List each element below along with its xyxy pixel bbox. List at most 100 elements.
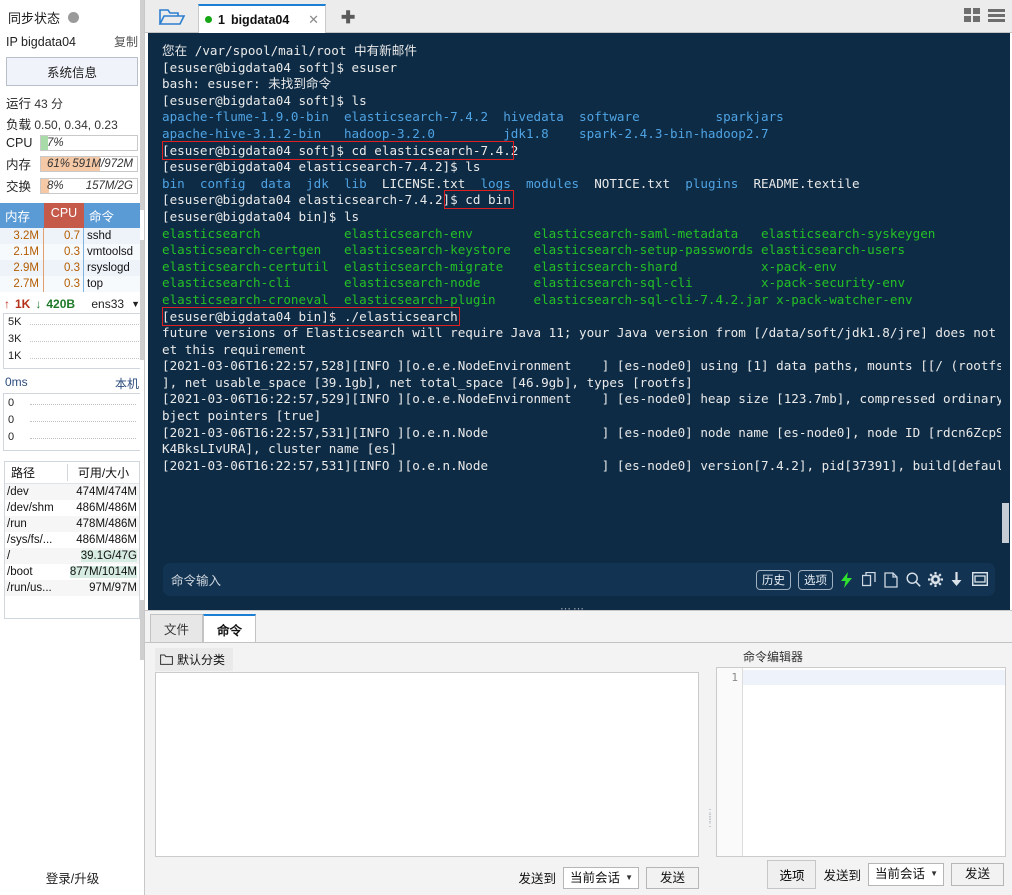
send-button[interactable]: 发送 bbox=[950, 863, 1004, 886]
table-row[interactable]: /run/us... 97M/97M bbox=[5, 580, 139, 596]
upload-arrow-icon: ↑ bbox=[4, 297, 10, 311]
process-memory: 2.9M bbox=[0, 260, 44, 276]
sidebar-scrollbar[interactable] bbox=[140, 0, 144, 895]
terminal-line: et this requirement bbox=[162, 341, 307, 357]
command-bar-actions: 历史 选项 bbox=[756, 569, 989, 590]
grid-layout-icon[interactable] bbox=[964, 8, 980, 23]
process-header-command[interactable]: 命令 bbox=[84, 203, 144, 228]
window-icon[interactable] bbox=[971, 571, 989, 587]
new-tab-button[interactable]: ✚ bbox=[341, 9, 355, 26]
menu-icon[interactable] bbox=[988, 8, 1005, 23]
table-row[interactable]: 3.2M 0.7 sshd bbox=[0, 228, 144, 244]
load-row: 负载 0.50, 0.34, 0.23 bbox=[0, 113, 144, 134]
copy-button[interactable]: 复制 bbox=[114, 33, 138, 50]
bottom-tab-strip: 文件 命令 bbox=[150, 614, 257, 643]
ip-label: IP bigdata04 bbox=[6, 35, 76, 49]
disk-path: /dev bbox=[7, 486, 29, 498]
terminal-line: [2021-03-06T16:22:57,531][INFO ][o.e.n.N… bbox=[162, 424, 1010, 440]
tab-files[interactable]: 文件 bbox=[150, 614, 204, 643]
command-list-box[interactable] bbox=[155, 672, 699, 857]
terminal-line: K4BksLIvURA], cluster name [es] bbox=[162, 441, 398, 457]
process-command: vmtoolsd bbox=[87, 246, 134, 258]
download-icon[interactable] bbox=[950, 572, 965, 587]
search-icon[interactable] bbox=[906, 572, 921, 587]
close-icon[interactable]: ✕ bbox=[308, 12, 319, 28]
disk-header-size: 可用/大小 bbox=[67, 464, 139, 481]
table-row[interactable]: /dev/shm 486M/486M bbox=[5, 500, 139, 516]
session-select[interactable]: 当前会话 ▼ bbox=[562, 866, 639, 889]
chevron-down-icon: ▼ bbox=[930, 869, 938, 879]
terminal-line: elasticsearch-certutil elasticsearch-mig… bbox=[162, 258, 837, 274]
bolt-icon[interactable] bbox=[840, 572, 855, 588]
session-select-value: 当前会话 bbox=[874, 867, 925, 882]
editor-options-button[interactable]: 选项 bbox=[767, 860, 817, 889]
table-row[interactable]: 2.9M 0.3 rsyslogd bbox=[0, 260, 144, 276]
terminal-output[interactable]: 您在 /var/spool/mail/root 中有新邮件 [esuser@big… bbox=[148, 33, 1010, 612]
tab-title: bigdata04 bbox=[230, 12, 290, 27]
process-command: top bbox=[87, 278, 103, 290]
table-row[interactable]: /boot 877M/1014M bbox=[5, 564, 139, 580]
memory-meter-percent: 61% bbox=[47, 157, 71, 170]
gear-icon[interactable] bbox=[928, 572, 943, 587]
history-button[interactable]: 历史 bbox=[756, 569, 791, 590]
command-input[interactable]: 命令输入 bbox=[171, 570, 221, 589]
table-row[interactable]: /dev 474M/474M bbox=[5, 484, 139, 500]
latency-row-2: 0 bbox=[8, 431, 15, 443]
command-editor[interactable]: 1 bbox=[716, 667, 1006, 857]
latency-host-label[interactable]: 本机 bbox=[115, 375, 139, 392]
system-info-button[interactable]: 系统信息 bbox=[6, 57, 138, 86]
process-header-memory[interactable]: 内存 bbox=[0, 203, 44, 228]
network-chart-y-axis: 5K 3K 1K bbox=[6, 314, 30, 368]
load-value: 0.50, 0.34, 0.23 bbox=[34, 118, 118, 132]
cpu-meter-percent: 7% bbox=[47, 137, 64, 149]
chevron-down-icon[interactable]: ▼ bbox=[131, 299, 140, 309]
table-row[interactable]: / 39.1G/47G bbox=[5, 548, 139, 564]
terminal-line: [esuser@bigdata04 bin]$ ./elasticsearch bbox=[162, 308, 458, 324]
session-select[interactable]: 当前会话 ▼ bbox=[867, 863, 944, 886]
network-traffic-chart: 5K 3K 1K bbox=[3, 313, 141, 369]
process-table-body: 3.2M 0.7 sshd 2.1M 0.3 vmtoolsd 2.9M 0.3… bbox=[0, 228, 144, 292]
table-row[interactable]: /sys/fs/... 486M/486M bbox=[5, 532, 139, 548]
editor-text-area[interactable] bbox=[743, 668, 1005, 856]
disk-path: /boot bbox=[7, 566, 33, 578]
command-input-bar[interactable]: 命令输入 历史 选项 bbox=[163, 563, 995, 596]
terminal-line: [esuser@bigdata04 soft]$ cd elasticsearc… bbox=[162, 142, 519, 158]
disk-size: 486M/486M bbox=[76, 534, 137, 546]
network-chart-plot bbox=[30, 315, 139, 367]
download-rate: 420B bbox=[46, 297, 76, 311]
download-arrow-icon: ↓ bbox=[35, 297, 42, 311]
terminal-line: apache-flume-1.9.0-bin elasticsearch-7.4… bbox=[162, 109, 784, 125]
editor-line-numbers: 1 bbox=[717, 668, 743, 856]
tab-commands[interactable]: 命令 bbox=[203, 614, 257, 643]
terminal-line: [esuser@bigdata04 bin]$ ls bbox=[162, 208, 360, 224]
process-header-cpu[interactable]: CPU bbox=[44, 203, 84, 228]
swap-meter-row: 交换 8% 157M/2G bbox=[0, 175, 144, 197]
tab-bar: 1 bigdata04 ✕ ✚ bbox=[145, 0, 1012, 33]
table-row[interactable]: 2.1M 0.3 vmtoolsd bbox=[0, 244, 144, 260]
table-row[interactable]: 2.7M 0.3 top bbox=[0, 276, 144, 292]
process-command: sshd bbox=[87, 230, 112, 242]
table-row[interactable]: /run 478M/486M bbox=[5, 516, 139, 532]
cpu-meter: 7% bbox=[40, 135, 138, 151]
disk-size: 474M/474M bbox=[76, 486, 137, 498]
memory-meter: 61% 591M/972M bbox=[40, 155, 138, 172]
category-tab-default[interactable]: 默认分类 bbox=[155, 648, 234, 671]
terminal-line: elasticsearch-cli elasticsearch-node ela… bbox=[162, 275, 906, 291]
login-upgrade-link[interactable]: 登录/升级 bbox=[0, 868, 145, 887]
open-folder-icon[interactable] bbox=[158, 7, 186, 27]
network-interface-label[interactable]: ens33 bbox=[91, 297, 124, 311]
paste-icon[interactable] bbox=[884, 572, 899, 588]
terminal-line: [2021-03-06T16:22:57,529][INFO ][o.e.e.N… bbox=[162, 391, 1010, 407]
disk-size-value: 877M/1014M bbox=[69, 566, 137, 578]
options-button[interactable]: 选项 bbox=[798, 569, 833, 590]
terminal-line: [esuser@bigdata04 elasticsearch-7.4.2]$ … bbox=[162, 159, 481, 175]
terminal-scrollbar[interactable] bbox=[1001, 33, 1010, 612]
send-button[interactable]: 发送 bbox=[645, 866, 699, 889]
copy-icon[interactable] bbox=[861, 571, 877, 587]
session-tab-bigdata04[interactable]: 1 bigdata04 ✕ bbox=[198, 4, 326, 33]
connection-status-dot bbox=[205, 16, 212, 23]
disk-path: / bbox=[7, 550, 11, 562]
terminal-line: 您在 /var/spool/mail/root 中有新邮件 bbox=[162, 43, 417, 58]
disk-table-header: 路径 可用/大小 bbox=[5, 462, 139, 484]
process-command: rsyslogd bbox=[87, 262, 130, 274]
